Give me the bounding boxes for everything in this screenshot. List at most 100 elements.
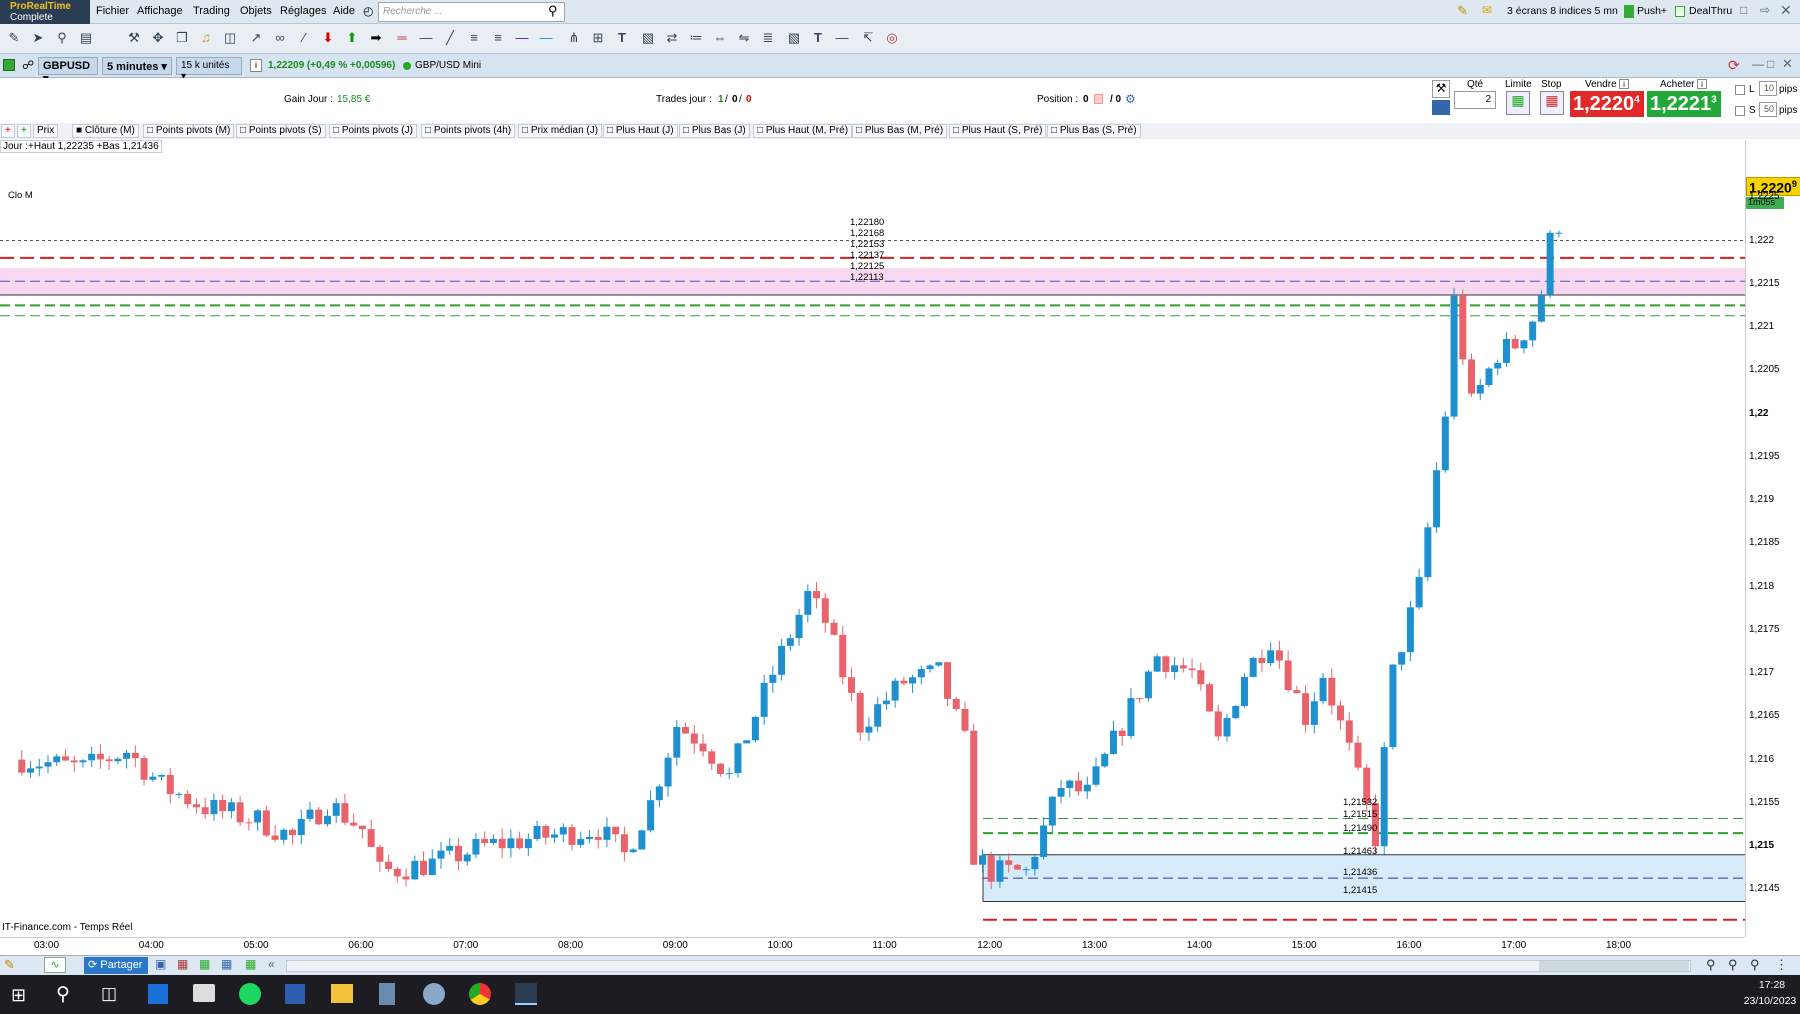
- zoom-fit-icon[interactable]: ⚲: [1706, 957, 1716, 973]
- arrow-tool-icon[interactable]: ↗: [248, 30, 264, 46]
- horizontal-scrollbar[interactable]: [286, 960, 1691, 972]
- add-indicator-icon[interactable]: +: [1, 124, 15, 138]
- minimize-icon[interactable]: —: [1752, 57, 1764, 71]
- search-icon[interactable]: ⚲: [548, 3, 558, 19]
- refresh-icon[interactable]: ⟳: [1728, 57, 1740, 74]
- ray-icon[interactable]: ∕: [296, 30, 312, 46]
- add-overlay-icon[interactable]: +: [17, 124, 31, 138]
- store-icon[interactable]: [148, 984, 168, 1004]
- layout-icon[interactable]: ▦: [221, 957, 232, 971]
- price-chart[interactable]: Jour :+Haut 1,22235 +Bas 1,21436 Clo M 1…: [0, 140, 1745, 937]
- line-tool-icon[interactable]: —: [418, 30, 434, 46]
- right-arrow-icon[interactable]: ➡: [368, 30, 384, 46]
- table-icon[interactable]: ▦: [199, 957, 210, 971]
- timeframe-dropdown[interactable]: 5 minutes ▾: [102, 57, 172, 75]
- explorer-window-icon[interactable]: [193, 984, 215, 1002]
- restore-icon[interactable]: □: [1740, 3, 1747, 17]
- app-logo[interactable]: ProRealTime Complete: [0, 0, 90, 24]
- task-view-icon[interactable]: ◫: [101, 984, 117, 1004]
- folder-icon[interactable]: [331, 984, 353, 1003]
- zoom-in-icon[interactable]: ⚲: [1750, 957, 1760, 973]
- chart-icon[interactable]: ✎: [1457, 3, 1468, 19]
- up-arrow-icon[interactable]: ⬆: [344, 30, 360, 46]
- close-chart-icon[interactable]: ✕: [1782, 56, 1793, 72]
- indicator-pivots-s[interactable]: □ Points pivots (S): [236, 124, 326, 138]
- lock-icon[interactable]: ◴: [363, 4, 373, 18]
- indicator-plus-bas-m[interactable]: □ Plus Bas (M, Pré): [852, 124, 948, 138]
- menu-fichier[interactable]: Fichier: [96, 5, 129, 17]
- buy-button[interactable]: 1,22213: [1647, 91, 1721, 117]
- windows-start-icon[interactable]: ⊞: [11, 985, 26, 1006]
- chrome-icon[interactable]: [469, 983, 491, 1005]
- text-box-icon[interactable]: T: [810, 30, 826, 46]
- copy-icon[interactable]: ❐: [174, 30, 190, 46]
- zoom-icon[interactable]: ⚲: [54, 30, 70, 46]
- dash-line-icon[interactable]: —: [834, 30, 850, 46]
- menu-trading[interactable]: Trading: [193, 5, 230, 17]
- move-icon[interactable]: ✥: [150, 30, 166, 46]
- rect-icon[interactable]: ▧: [640, 30, 656, 46]
- trash-icon[interactable]: ◫: [222, 30, 238, 46]
- time-axis[interactable]: 03:00 04:00 05:00 06:00 07:00 08:00 09:00 10:00…: [0, 937, 1745, 955]
- cyan-line-icon[interactable]: —: [538, 30, 554, 46]
- indicator-cloture-m[interactable]: ■ Clôture (M): [72, 124, 139, 138]
- arrows-icon[interactable]: ⇄: [664, 30, 680, 46]
- gann-icon[interactable]: ⊞: [590, 30, 606, 46]
- search-taskbar-icon[interactable]: ⚲: [56, 983, 70, 1006]
- indicator-prix[interactable]: Prix: [33, 124, 59, 138]
- indicator-icon[interactable]: ▦: [245, 957, 256, 971]
- stop-pips-input[interactable]: 50: [1759, 102, 1777, 117]
- menu-affichage[interactable]: Affichage: [137, 5, 183, 17]
- close-position-icon[interactable]: [1094, 94, 1103, 104]
- menu-reglages[interactable]: Réglages: [280, 5, 326, 17]
- cross-icon[interactable]: ↸: [860, 30, 876, 46]
- indicator-plus-haut-m[interactable]: □ Plus Haut (M, Pré): [753, 124, 853, 138]
- sell-button[interactable]: 1,22204: [1570, 91, 1644, 117]
- pitchfork-icon[interactable]: ⋔: [566, 30, 582, 46]
- push-button[interactable]: Push+: [1637, 5, 1667, 17]
- cursor-icon[interactable]: ➤: [30, 30, 46, 46]
- search-input[interactable]: Recherche ...: [378, 2, 565, 22]
- dealthru-checkbox[interactable]: [1675, 6, 1685, 17]
- settings-icon[interactable]: ⚙: [1125, 92, 1136, 106]
- price-axis[interactable]: 1,22209 1m05s 1,2225 1,222 1,2215 1,221 1,22…: [1745, 140, 1800, 937]
- info-icon[interactable]: i: [250, 59, 262, 72]
- draw-icon[interactable]: ✎: [4, 957, 15, 973]
- menu-aide[interactable]: Aide: [333, 5, 355, 17]
- buy-info-icon[interactable]: i: [1697, 79, 1707, 89]
- menu-objets[interactable]: Objets: [240, 5, 272, 17]
- collapse-icon[interactable]: «: [268, 957, 275, 971]
- levels-icon[interactable]: ≣: [760, 30, 776, 46]
- indicator-plus-haut-s[interactable]: □ Plus Haut (S, Pré): [949, 124, 1047, 138]
- units-dropdown[interactable]: 15 k unités ▾: [176, 57, 242, 82]
- screenshot-icon[interactable]: ▣: [155, 957, 166, 971]
- target-icon[interactable]: ◎: [884, 30, 900, 46]
- indicator-plus-haut-j[interactable]: □ Plus Haut (J): [603, 124, 678, 138]
- limit-pips-input[interactable]: 10: [1759, 81, 1777, 96]
- calculator-icon[interactable]: [379, 983, 395, 1005]
- fib-icon[interactable]: ≡: [490, 30, 506, 46]
- limit-order-button[interactable]: ▦: [1506, 91, 1530, 115]
- stop-checkbox[interactable]: [1735, 106, 1745, 116]
- scrollbar-thumb[interactable]: [1539, 961, 1689, 971]
- down-arrow-icon[interactable]: ⬇: [320, 30, 336, 46]
- hammer-icon[interactable]: ⚒: [126, 30, 142, 46]
- hline-tool-icon[interactable]: ═: [394, 30, 410, 46]
- segment-icon[interactable]: ∞: [272, 30, 288, 46]
- indicator-plus-bas-s[interactable]: □ Plus Bas (S, Pré): [1047, 124, 1141, 138]
- range-icon[interactable]: ⇔: [712, 30, 728, 46]
- indicator-pivots-4h[interactable]: □ Points pivots (4h): [421, 124, 516, 138]
- pencil-icon[interactable]: ✎: [6, 30, 22, 46]
- channel-icon[interactable]: ≡: [466, 30, 482, 46]
- spotify-icon[interactable]: [239, 983, 261, 1005]
- trendline-icon[interactable]: ╱: [442, 30, 458, 46]
- app-icon[interactable]: [423, 983, 445, 1005]
- ruler2-icon[interactable]: ▧: [786, 30, 802, 46]
- message-icon[interactable]: ✉: [1482, 3, 1492, 17]
- indicator-plus-bas-j[interactable]: □ Plus Bas (J): [679, 124, 750, 138]
- indicator-pivots-m[interactable]: □ Points pivots (M): [143, 124, 235, 138]
- indicator-pivots-j[interactable]: □ Points pivots (J): [329, 124, 417, 138]
- share-button[interactable]: ⟳ Partager: [84, 957, 149, 974]
- qty-input[interactable]: 2: [1454, 91, 1496, 109]
- screens-label[interactable]: 3 écrans 8 indices 5 mn: [1507, 5, 1618, 17]
